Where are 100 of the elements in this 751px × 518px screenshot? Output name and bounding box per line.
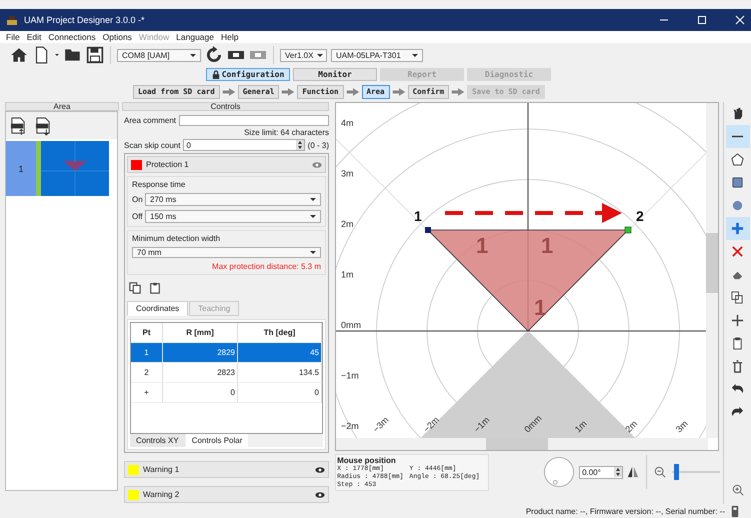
panel-header: Controls — [122, 102, 329, 111]
model-dropdown[interactable]: UAM-05LPA-T301 — [331, 48, 423, 62]
port-dropdown[interactable]: COM8 [UAM] — [117, 48, 201, 62]
field-label: Off — [132, 212, 142, 221]
zoom-slider-thumb[interactable] — [674, 464, 680, 480]
point-handle[interactable] — [425, 227, 432, 233]
mode-tab[interactable]: Configuration — [206, 68, 290, 81]
point-label: 2 — [636, 208, 644, 224]
area-item[interactable]: 1 — [6, 141, 117, 196]
table-row[interactable]: + 0 0 — [131, 383, 322, 403]
table-cell: 0 — [238, 383, 322, 402]
column-header: Th [deg] — [238, 323, 322, 342]
xml-import-icon[interactable] — [10, 117, 27, 136]
size-limit-note: Size limit: 64 characters — [244, 128, 329, 137]
menu-item[interactable]: Connections — [48, 32, 96, 42]
point-handle[interactable] — [624, 226, 632, 234]
arrow-icon — [281, 86, 296, 96]
field-label: On — [132, 195, 142, 204]
copy-icon[interactable] — [129, 282, 141, 294]
redo-icon — [731, 406, 744, 419]
warning-header[interactable]: Warning 1 — [124, 461, 329, 478]
axis-label: −1m — [341, 370, 359, 380]
table-cell: 0 — [163, 383, 238, 402]
menu-item[interactable]: File — [6, 32, 20, 42]
on-time-dropdown[interactable]: 270 ms — [145, 193, 321, 206]
point-label: 1 — [414, 208, 422, 224]
controls-tab[interactable]: Controls XY — [130, 434, 185, 447]
axis-label: −1m — [472, 414, 492, 434]
axis-label: 3m — [341, 168, 354, 178]
arrow-icon — [346, 86, 360, 96]
zoom-in-icon[interactable] — [732, 484, 744, 496]
warning-name: Warning 2 — [143, 490, 180, 499]
panel-title: Mouse position — [337, 456, 397, 464]
axis-label: 1m — [341, 270, 354, 280]
eye-icon[interactable] — [315, 490, 325, 498]
status-text: Product name: --, Firmware version: --, Serial number: -- — [526, 506, 725, 516]
vertical-scrollbar[interactable] — [706, 103, 718, 438]
refresh-icon[interactable] — [205, 46, 223, 64]
controls-tab[interactable]: Controls Polar — [186, 434, 248, 447]
axis-label: −2m — [421, 414, 442, 434]
axis-label: 1m — [572, 418, 589, 434]
mirror-icon[interactable] — [627, 466, 640, 478]
group-title: Response time — [132, 180, 186, 189]
axis-label: −2m — [341, 421, 359, 431]
min-width-dropdown[interactable]: 70 mm — [132, 247, 321, 258]
rotation-spinbox[interactable]: 0.00° — [579, 466, 624, 478]
menu-item[interactable]: Help — [220, 32, 238, 42]
max-distance-warning: Max protection distance: 5.3 m — [212, 262, 321, 271]
lock-icon — [212, 70, 220, 80]
table-cell: 45 — [238, 343, 322, 362]
protection-header[interactable]: Protection 1 — [127, 156, 326, 173]
trash-icon — [731, 360, 744, 373]
menu-item[interactable]: Options — [102, 32, 132, 42]
arrow-icon — [451, 86, 466, 96]
close-icon[interactable] — [735, 15, 745, 25]
app-icon — [6, 14, 18, 26]
version-dropdown[interactable]: Ver1.0X — [280, 48, 327, 62]
warning-name: Warning 1 — [143, 465, 180, 474]
menu-item[interactable]: Language — [176, 32, 214, 42]
field-label: Scan skip count — [124, 140, 180, 150]
zone-label: 1 — [476, 233, 488, 258]
maximize-icon[interactable] — [697, 15, 707, 25]
save-icon[interactable] — [86, 46, 104, 64]
zoom-out-icon[interactable] — [654, 466, 666, 478]
circle-icon — [731, 199, 744, 212]
pentagon-icon — [731, 153, 744, 166]
menu-item[interactable]: Edit — [26, 32, 42, 42]
square-icon — [731, 176, 744, 189]
warning-header[interactable]: Warning 2 — [124, 486, 329, 503]
table-cell: 2 — [131, 363, 163, 382]
table-row[interactable]: 1 2829 45 — [131, 343, 322, 363]
plus-icon — [731, 222, 744, 235]
table-tab[interactable]: Coordinates — [127, 301, 188, 316]
arrow-icon — [222, 86, 236, 96]
hand-icon — [731, 107, 744, 120]
panel-header: Area — [5, 102, 119, 111]
home-icon[interactable] — [10, 46, 28, 64]
table-cell: + — [131, 383, 163, 402]
undo-icon — [731, 383, 744, 396]
clipboard-icon[interactable] — [149, 282, 161, 294]
off-time-dropdown[interactable]: 150 ms — [145, 210, 321, 223]
area-number: 1 — [6, 141, 36, 196]
xml-export-icon[interactable] — [35, 117, 52, 136]
eye-icon[interactable] — [315, 466, 325, 474]
table-cell: 1 — [131, 343, 163, 362]
range-note: (0 - 3) — [308, 140, 329, 150]
spinner-arrows-icon[interactable] — [296, 140, 304, 150]
window-title: UAM Project Designer 3.0.0 -* — [24, 15, 145, 25]
scan-skip-spinbox[interactable]: 0 — [183, 139, 305, 151]
table-cell: 2829 — [163, 343, 238, 362]
horizontal-scrollbar[interactable] — [336, 438, 708, 450]
axis-label: 2m — [623, 418, 640, 434]
mode-tab[interactable]: Monitor — [293, 68, 377, 81]
field-label: Area comment — [124, 116, 176, 125]
table-row[interactable]: 2 2823 134.5 — [131, 363, 322, 383]
column-header: R [mm] — [163, 323, 238, 342]
area-comment-field[interactable] — [179, 115, 329, 126]
group-title: Minimum detection width — [132, 234, 222, 243]
spinner-arrows-icon[interactable] — [614, 467, 622, 477]
copy-icon — [731, 291, 744, 304]
